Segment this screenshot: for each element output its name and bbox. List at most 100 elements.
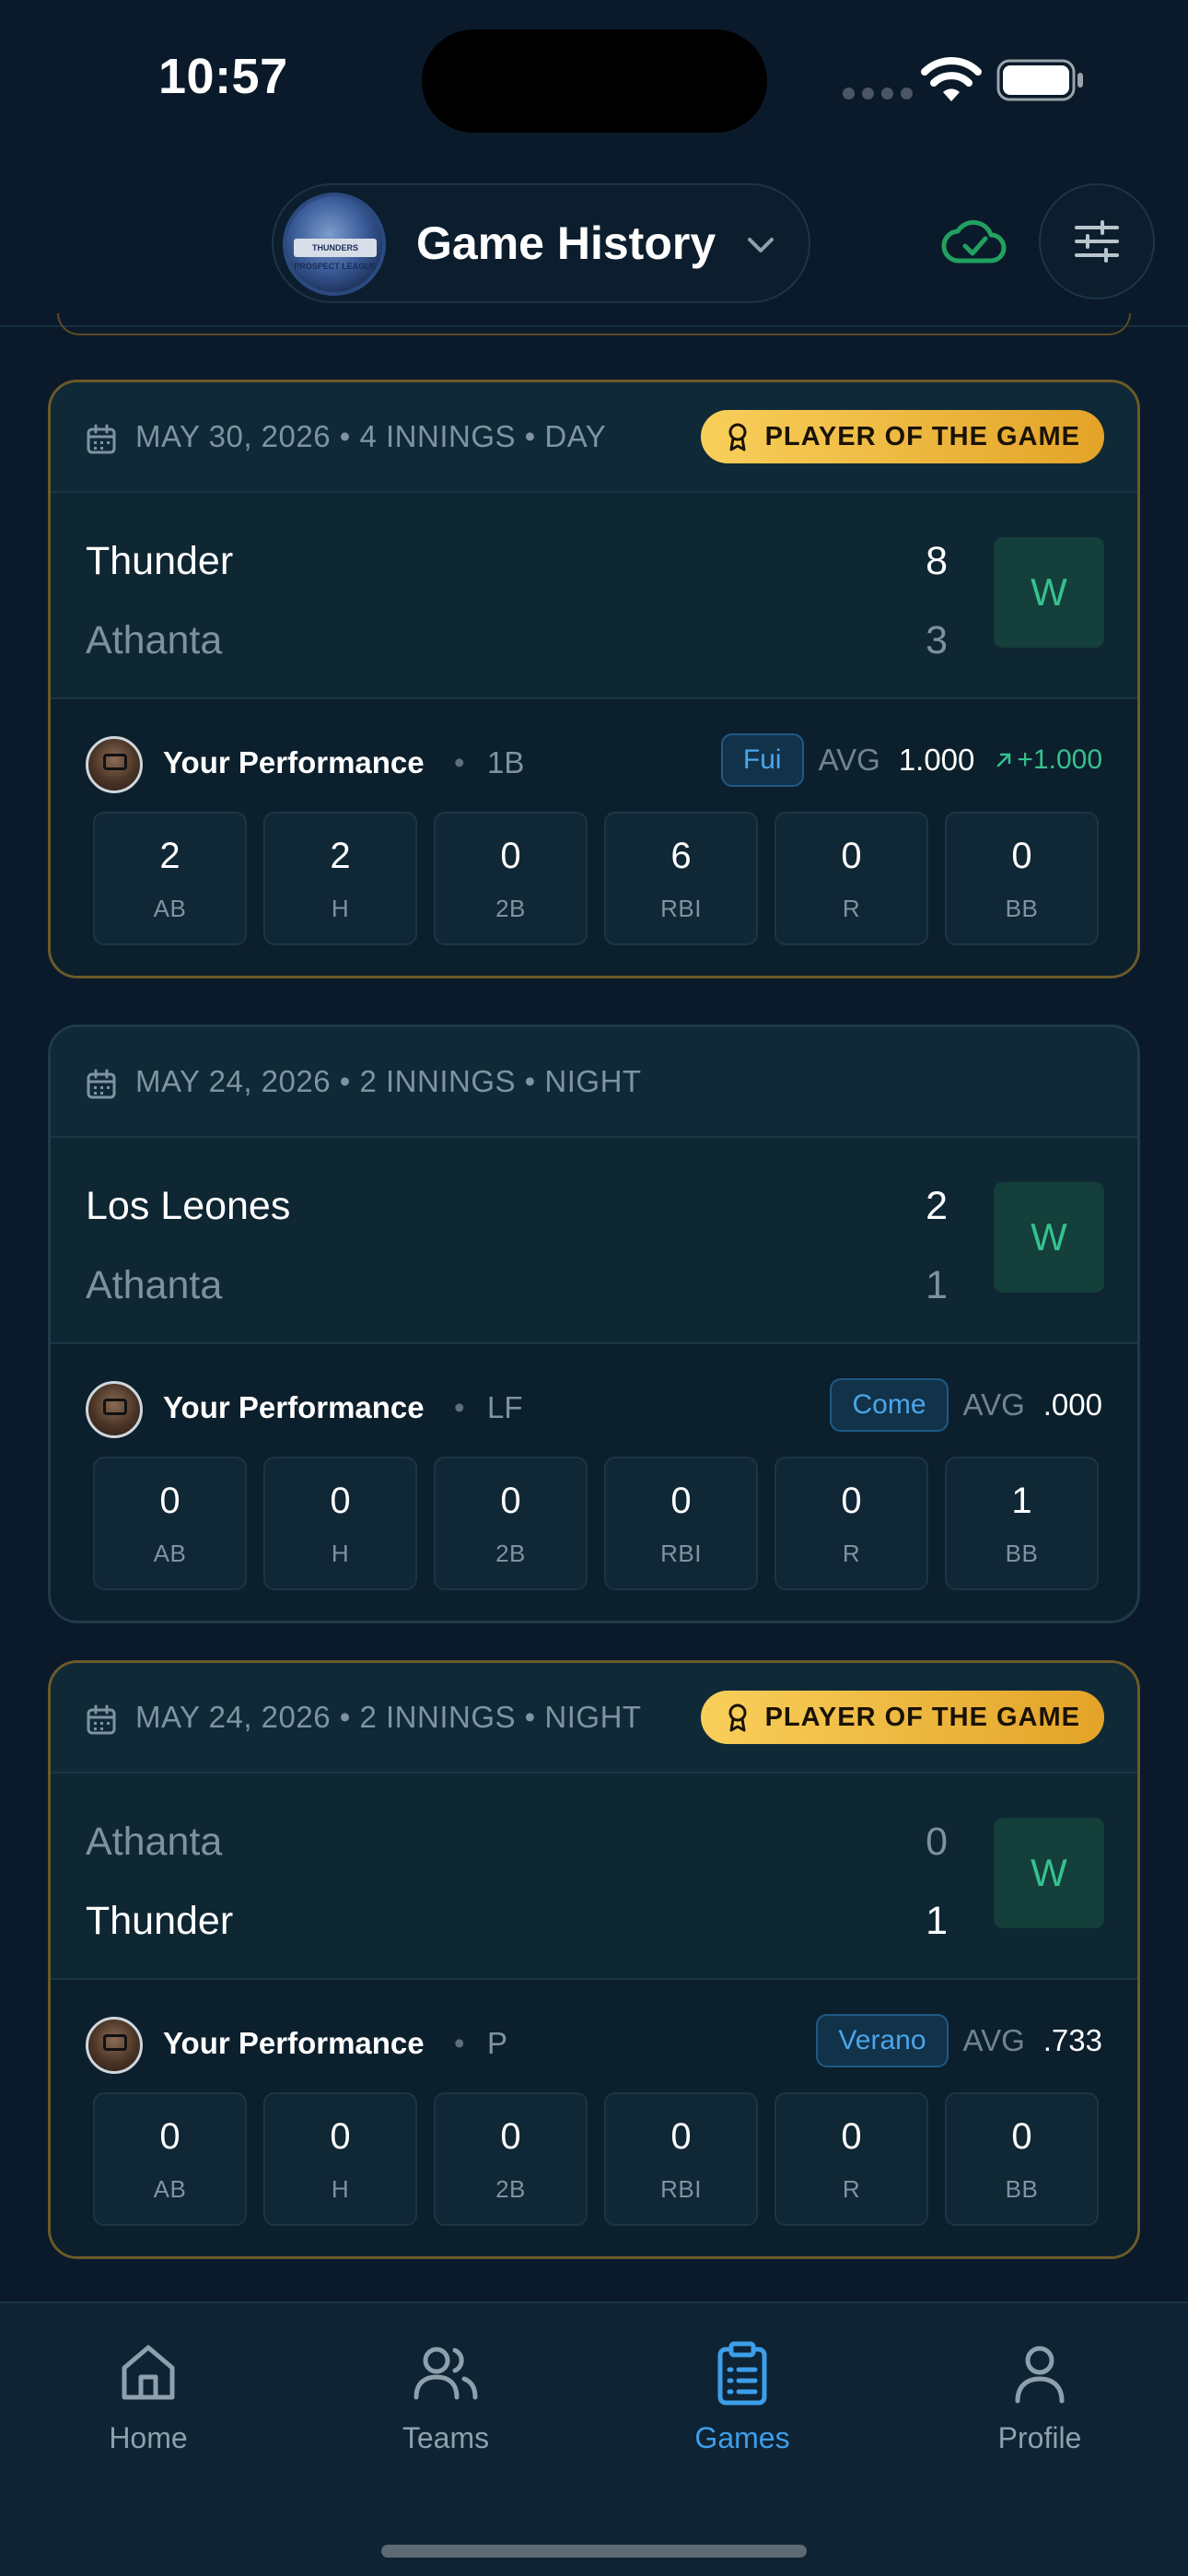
game-card[interactable]: MAY 24, 2026 • 2 INNINGS • NIGHT PLAYER … xyxy=(48,1660,1140,2259)
nav-games[interactable]: Games xyxy=(650,2340,834,2478)
stat-value: 0 xyxy=(841,2116,862,2157)
stat-value: 2 xyxy=(330,836,351,876)
result-badge: W xyxy=(994,1818,1104,1928)
stat-value: 0 xyxy=(500,1481,521,1521)
game-card[interactable]: MAY 30, 2026 • 4 INNINGS • DAY PLAYER OF… xyxy=(48,380,1140,978)
performance-section: Your Performance • P Verano AVG .733 0 AB… xyxy=(51,1980,1137,2256)
stat-label: RBI xyxy=(660,895,702,922)
result-badge: W xyxy=(994,537,1104,648)
stat-ab: 0 AB xyxy=(93,2092,247,2226)
nav-teams[interactable]: Teams xyxy=(354,2340,538,2478)
stat-value: 0 xyxy=(159,2116,181,2157)
game-card[interactable]: MAY 24, 2026 • 2 INNINGS • NIGHT Los Leo… xyxy=(48,1025,1140,1623)
team-logo-text: THUNDERS PROSPECT LEAGUE xyxy=(294,239,377,271)
performance-avg: Fui AVG 1.000 +1.000 xyxy=(720,732,1102,788)
performance-label: Your Performance xyxy=(163,2026,425,2060)
avg-value: .733 xyxy=(1042,2023,1102,2057)
page-title: Game History xyxy=(416,217,716,269)
users-icon xyxy=(413,2347,478,2400)
stat-label: R xyxy=(842,895,861,922)
team-name: Athanta xyxy=(86,618,223,662)
stat-label: BB xyxy=(1005,895,1039,922)
stat-label: 2B xyxy=(495,2175,526,2203)
team-score: 3 xyxy=(926,618,948,662)
separator-dot: • xyxy=(454,745,465,779)
battery-icon xyxy=(996,59,1083,101)
user-icon xyxy=(1015,2346,1065,2404)
stat-value: 0 xyxy=(500,2116,521,2157)
stat-value: 0 xyxy=(670,2116,692,2157)
award-icon xyxy=(728,423,747,451)
stat-value: 0 xyxy=(159,1481,181,1521)
player-of-the-game-badge: PLAYER OF THE GAME xyxy=(700,1691,1104,1744)
team-name: Los Leones xyxy=(86,1184,291,1228)
filter-button[interactable] xyxy=(1039,183,1155,299)
team-score: 1 xyxy=(926,1899,948,1943)
separator-dot: • xyxy=(454,2026,465,2060)
stats-row: 0 AB 0H 0 2B 0 RBI 0R 0 BB xyxy=(93,2092,1099,2226)
player-position: P xyxy=(487,2026,508,2060)
stat-label: 2B xyxy=(495,895,526,922)
stat-label: H xyxy=(331,1540,350,1567)
stat-h: 0H xyxy=(263,1457,417,1590)
stat-value: 6 xyxy=(670,836,692,876)
stat-label: H xyxy=(331,895,350,922)
stat-h: 2H xyxy=(263,812,417,945)
stat-label: BB xyxy=(1005,1540,1039,1567)
sliders-icon xyxy=(1075,220,1119,263)
previous-game-card-edge xyxy=(57,313,1131,335)
avg-delta-value: +1.000 xyxy=(1017,744,1102,775)
calendar-icon xyxy=(87,1069,116,1099)
stat-rbi: 0 RBI xyxy=(604,1457,758,1590)
team-logo: THUNDERS PROSPECT LEAGUE xyxy=(283,193,386,296)
avg-delta: +1.000 xyxy=(995,744,1102,776)
stat-2b: 0 2B xyxy=(434,2092,588,2226)
performance-avg: Come AVG .000 xyxy=(830,1377,1102,1433)
dynamic-island xyxy=(422,29,767,133)
team-name: Thunder xyxy=(86,1899,234,1943)
calendar-icon xyxy=(87,424,116,454)
stat-2b: 0 2B xyxy=(434,812,588,945)
team-selector[interactable]: THUNDERS PROSPECT LEAGUE Game History xyxy=(272,183,810,303)
stat-h: 0H xyxy=(263,2092,417,2226)
game-card-header: MAY 24, 2026 • 2 INNINGS • NIGHT PLAYER … xyxy=(51,1663,1137,1774)
status-bar: 10:57 xyxy=(0,0,1188,161)
separator-dot: • xyxy=(454,1390,465,1424)
player-position: LF xyxy=(487,1390,523,1424)
nav-teams-label: Teams xyxy=(402,2421,490,2454)
stat-value: 0 xyxy=(1011,836,1032,876)
trend-up-icon xyxy=(997,753,1011,767)
stat-value: 0 xyxy=(1011,2116,1032,2157)
stat-r: 0R xyxy=(775,812,928,945)
cellular-signal-icon xyxy=(843,88,913,100)
nav-home[interactable]: Home xyxy=(56,2340,240,2478)
stat-label: AB xyxy=(153,895,187,922)
stat-bb: 1 BB xyxy=(945,1457,1099,1590)
score-area: Los Leones 2 Athanta 1 W xyxy=(51,1138,1137,1344)
avg-value: 1.000 xyxy=(898,743,975,777)
game-card-header: MAY 30, 2026 • 4 INNINGS • DAY PLAYER OF… xyxy=(51,382,1137,493)
performance-section: Your Performance • 1B Fui AVG 1.000 +1.0… xyxy=(51,699,1137,976)
avg-label: AVG xyxy=(962,1388,1025,1422)
award-icon xyxy=(728,1704,747,1732)
cloud-synced-icon[interactable] xyxy=(941,217,1007,268)
stat-ab: 2 AB xyxy=(93,812,247,945)
stat-label: RBI xyxy=(660,1540,702,1567)
performance-label: Your Performance xyxy=(163,745,425,779)
game-card-header: MAY 24, 2026 • 2 INNINGS • NIGHT xyxy=(51,1027,1137,1138)
status-time: 10:57 xyxy=(158,49,288,104)
avatar xyxy=(86,2017,143,2074)
stat-value: 0 xyxy=(841,1481,862,1521)
performance-avg: Verano AVG .733 xyxy=(816,2013,1102,2068)
game-date: MAY 24, 2026 • 2 INNINGS • NIGHT xyxy=(135,1700,642,1734)
stat-label: R xyxy=(842,1540,861,1567)
home-indicator[interactable] xyxy=(381,2545,807,2558)
score-area: Thunder 8 Athanta 3 W xyxy=(51,493,1137,699)
stat-value: 0 xyxy=(330,2116,351,2157)
season-badge: Come xyxy=(830,1378,949,1432)
bottom-nav: Home Teams Games Profile xyxy=(0,2301,1188,2576)
nav-profile[interactable]: Profile xyxy=(948,2340,1132,2478)
avatar xyxy=(86,1381,143,1438)
team-score: 0 xyxy=(926,1820,948,1864)
avg-label: AVG xyxy=(962,2023,1025,2057)
